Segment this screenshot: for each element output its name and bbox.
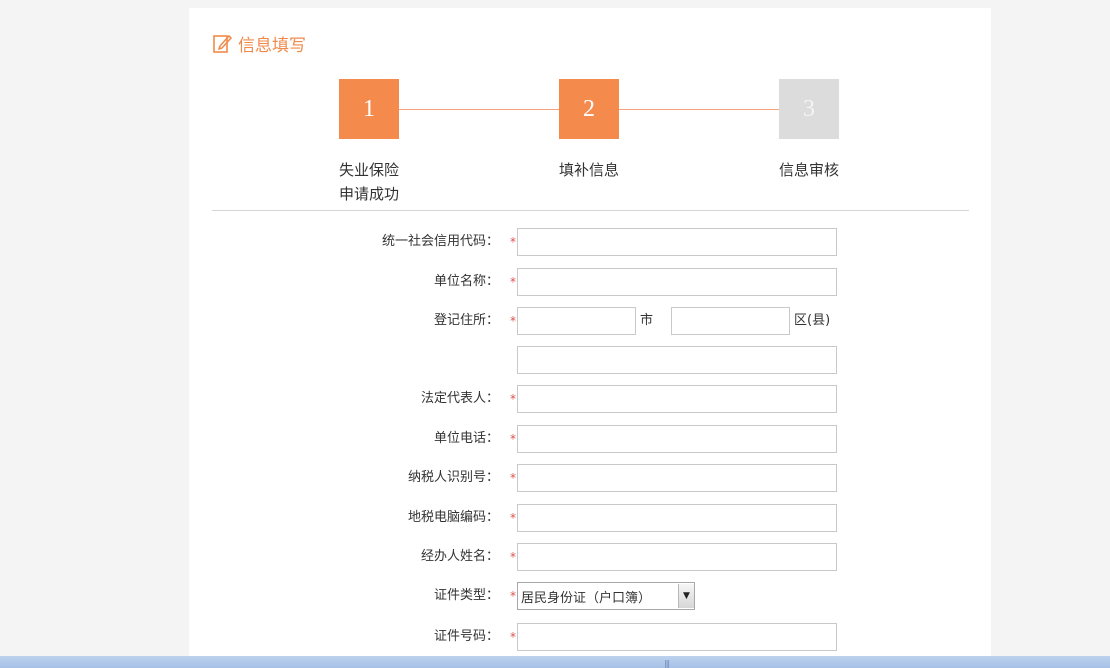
dropdown-arrow-icon[interactable]: ▼ [678, 584, 694, 608]
row-unit-phone: 单位电话： * [189, 425, 991, 453]
handler-name-label: 经办人姓名： [420, 549, 499, 564]
step-1-label: 失业保险 申请成功 [339, 158, 449, 206]
info-form-panel: 信息填写 1 2 3 失业保险 申请成功 填补信息 信息审核 统一社会信用代码：… [189, 8, 991, 668]
local-tax-code-input[interactable] [517, 504, 837, 532]
unit-name-input[interactable] [517, 268, 837, 296]
legal-rep-label: 法定代表人： [420, 391, 499, 406]
address-city-input[interactable] [517, 307, 636, 335]
step-1-label-line-2: 申请成功 [339, 185, 400, 203]
step-2-box: 2 [559, 79, 619, 139]
required-mark: * [510, 392, 516, 406]
row-legal-rep: 法定代表人： * [189, 385, 991, 413]
bottom-scrollbar[interactable]: ||| [0, 656, 1110, 668]
progress-steps: 1 2 3 失业保险 申请成功 填补信息 信息审核 [189, 8, 991, 208]
id-type-selected-value: 居民身份证（户口簿） [521, 590, 652, 606]
step-connector-1-2 [399, 109, 559, 110]
unit-phone-label: 单位电话： [433, 431, 499, 446]
address-district-input[interactable] [671, 307, 790, 335]
row-handler-name: 经办人姓名： * [189, 543, 991, 571]
id-number-input[interactable] [517, 623, 837, 651]
district-unit-label: 区(县) [794, 313, 831, 328]
step-connector-2-3 [619, 109, 779, 110]
credit-code-input[interactable] [517, 228, 837, 256]
row-credit-code: 统一社会信用代码： * [189, 228, 991, 256]
id-number-label: 证件号码： [433, 629, 499, 644]
required-mark: * [510, 235, 516, 249]
required-mark: * [510, 630, 516, 644]
section-divider [212, 210, 969, 211]
required-mark: * [510, 550, 516, 564]
city-unit-label: 市 [640, 313, 654, 328]
id-type-select[interactable]: 居民身份证（户口簿） ▼ [517, 582, 695, 610]
credit-code-label: 统一社会信用代码： [381, 234, 499, 249]
row-id-type: 证件类型： * 居民身份证（户口簿） ▼ [189, 582, 991, 610]
required-mark: * [510, 511, 516, 525]
required-mark: * [510, 432, 516, 446]
step-3-label-line-1: 信息审核 [779, 161, 840, 179]
step-3-box: 3 [779, 79, 839, 139]
step-2-label-line-1: 填补信息 [559, 161, 620, 179]
scroll-grip-icon[interactable]: ||| [664, 659, 670, 668]
row-unit-name: 单位名称： * [189, 268, 991, 296]
local-tax-code-label: 地税电脑编码： [407, 510, 499, 525]
taxpayer-id-input[interactable] [517, 464, 837, 492]
required-mark: * [510, 589, 516, 603]
unit-name-label: 单位名称： [433, 274, 499, 289]
row-taxpayer-id: 纳税人识别号： * [189, 464, 991, 492]
row-local-tax-code: 地税电脑编码： * [189, 504, 991, 532]
step-3-label: 信息审核 [779, 158, 889, 182]
legal-rep-input[interactable] [517, 385, 837, 413]
step-1-box: 1 [339, 79, 399, 139]
row-address: 登记住所： * 市 区(县) [189, 307, 991, 335]
taxpayer-id-label: 纳税人识别号： [407, 470, 499, 485]
row-id-number: 证件号码： * [189, 623, 991, 651]
address-label: 登记住所： [433, 313, 499, 328]
required-mark: * [510, 314, 516, 328]
unit-phone-input[interactable] [517, 425, 837, 453]
row-address-detail [189, 346, 991, 374]
address-detail-input[interactable] [517, 346, 837, 374]
step-2-label: 填补信息 [559, 158, 669, 182]
handler-name-input[interactable] [517, 543, 837, 571]
step-1-label-line-1: 失业保险 [339, 161, 400, 179]
required-mark: * [510, 471, 516, 485]
required-mark: * [510, 275, 516, 289]
id-type-label: 证件类型： [433, 588, 499, 603]
